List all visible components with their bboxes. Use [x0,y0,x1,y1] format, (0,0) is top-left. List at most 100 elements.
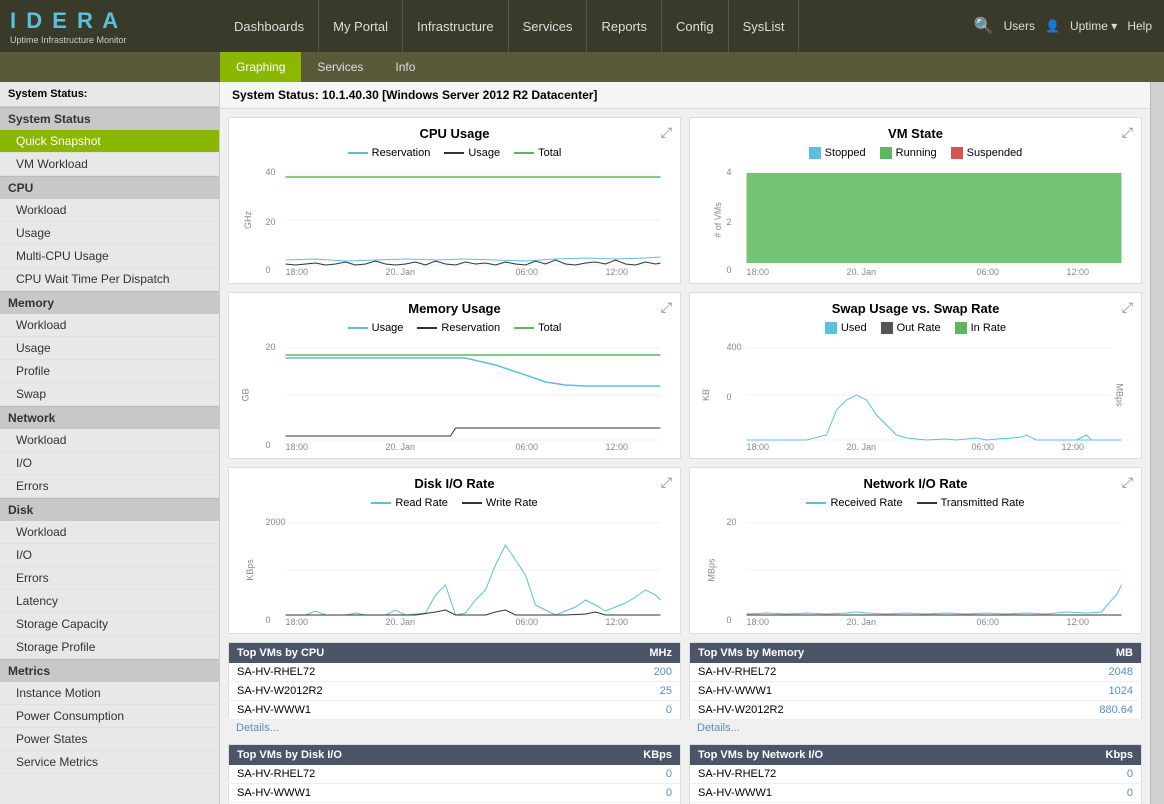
help-link[interactable]: Help [1127,19,1152,33]
svg-text:40: 40 [266,167,276,177]
svg-text:12:00: 12:00 [1062,442,1085,450]
swap-y-label-left: KB [701,389,711,401]
mem-vm-name-2: SA-HV-WWW1 [690,682,1011,701]
network-io-chart: Network I/O Rate ⤢ Received Rate Transmi… [689,467,1142,634]
memory-usage-expand[interactable]: ⤢ [661,299,672,316]
table-row[interactable]: SA-HV-RHEL72 0 [690,765,1142,784]
sidebar-item-memory-profile[interactable]: Profile [0,360,219,383]
sidebar-item-cpu-usage[interactable]: Usage [0,222,219,245]
svg-text:20: 20 [727,517,737,527]
vm-state-expand[interactable]: ⤢ [1122,124,1133,141]
svg-text:0: 0 [266,615,271,625]
sidebar-item-disk-workload[interactable]: Workload [0,521,219,544]
nav-infrastructure[interactable]: Infrastructure [403,0,509,52]
uptime-menu[interactable]: Uptime ▾ [1070,19,1117,33]
network-io-expand[interactable]: ⤢ [1122,474,1133,491]
sidebar-item-memory-usage[interactable]: Usage [0,337,219,360]
top-disk-header-name: Top VMs by Disk I/O [229,745,558,766]
top-memory-details-link[interactable]: Details... [689,720,1142,736]
memory-y-label: GB [241,388,251,401]
sidebar-item-multi-cpu[interactable]: Multi-CPU Usage [0,245,219,268]
sidebar-item-vm-workload[interactable]: VM Workload [0,153,219,176]
disk-vm-val-2: 0 [558,784,681,803]
tab-info[interactable]: Info [379,52,431,82]
table-row[interactable]: SA-HV-WWW1 0 [690,784,1142,803]
nav-config[interactable]: Config [662,0,729,52]
sidebar-item-disk-latency[interactable]: Latency [0,590,219,613]
nav-services[interactable]: Services [509,0,588,52]
mem-vm-val-3: 880.64 [1010,701,1141,720]
sidebar-item-instance-motion[interactable]: Instance Motion [0,682,219,705]
disk-io-chart-body: KBps 2000 0 18:00 20. Jan 06:00 [237,515,672,625]
status-label-text: System Status: [232,88,319,102]
cpu-usage-expand[interactable]: ⤢ [661,124,672,141]
scrollbar[interactable] [1150,82,1164,804]
svg-text:18:00: 18:00 [747,267,770,275]
svg-text:06:00: 06:00 [516,617,539,625]
net-vm-name-2: SA-HV-WWW1 [690,784,1035,803]
sidebar-item-service-metrics[interactable]: Service Metrics [0,751,219,774]
svg-text:18:00: 18:00 [286,442,309,450]
sidebar-item-cpu-wait[interactable]: CPU Wait Time Per Dispatch [0,268,219,291]
nav-reports[interactable]: Reports [587,0,662,52]
cpu-y-label: GHz [243,211,253,229]
top-cpu-header-unit: MHz [557,643,681,664]
top-memory-header-unit: MB [1010,643,1141,664]
disk-vm-name-1: SA-HV-RHEL72 [229,765,558,784]
nav-dashboards[interactable]: Dashboards [220,0,319,52]
table-row[interactable]: SA-HV-RHEL72 200 [229,663,681,682]
svg-text:06:00: 06:00 [977,617,1000,625]
status-label: System Status: [8,88,87,100]
top-memory-table-container: Top VMs by Memory MB SA-HV-RHEL72 2048 S… [689,642,1142,736]
sidebar-item-power-states[interactable]: Power States [0,728,219,751]
cpu-vm-name-2: SA-HV-W2012R2 [229,682,557,701]
section-disk: Disk [0,498,219,521]
table-row[interactable]: SA-HV-WWW1 0 [229,701,681,720]
svg-text:06:00: 06:00 [516,267,539,275]
sidebar-item-disk-io[interactable]: I/O [0,544,219,567]
swap-y-label-right: MBps [1114,383,1124,406]
nav-syslist[interactable]: SysList [729,0,800,52]
search-icon[interactable]: 🔍 [974,16,994,36]
memory-usage-chart: Memory Usage ⤢ Usage Reservation Total G… [228,292,681,459]
svg-text:20. Jan: 20. Jan [386,442,416,450]
nav-myportal[interactable]: My Portal [319,0,403,52]
sidebar-item-disk-errors[interactable]: Errors [0,567,219,590]
svg-text:400: 400 [727,342,742,352]
top-cpu-header-name: Top VMs by CPU [229,643,557,664]
nav-right: 🔍 Users 👤 Uptime ▾ Help [962,16,1164,36]
memory-usage-legend: Usage Reservation Total [237,322,672,334]
table-row[interactable]: SA-HV-WWW1 0 [229,784,681,803]
sidebar-item-memory-swap[interactable]: Swap [0,383,219,406]
vm-state-title: VM State [698,126,1133,141]
table-row[interactable]: SA-HV-W2012R2 880.64 [690,701,1142,720]
cpu-vm-name-3: SA-HV-WWW1 [229,701,557,720]
mem-vm-val-2: 1024 [1010,682,1141,701]
sidebar-item-network-errors[interactable]: Errors [0,475,219,498]
sidebar-item-cpu-workload[interactable]: Workload [0,199,219,222]
svg-text:20: 20 [266,342,276,352]
top-disk-table: Top VMs by Disk I/O KBps SA-HV-RHEL72 0 … [228,744,681,804]
svg-text:18:00: 18:00 [747,617,770,625]
table-row[interactable]: SA-HV-RHEL72 0 [229,765,681,784]
table-row[interactable]: SA-HV-RHEL72 2048 [690,663,1142,682]
table-row[interactable]: SA-HV-WWW1 1024 [690,682,1142,701]
top-cpu-table: Top VMs by CPU MHz SA-HV-RHEL72 200 SA-H… [228,642,681,720]
svg-text:0: 0 [266,440,271,450]
table-row[interactable]: SA-HV-W2012R2 25 [229,682,681,701]
top-cpu-details-link[interactable]: Details... [228,720,681,736]
sidebar-item-quick-snapshot[interactable]: Quick Snapshot [0,130,219,153]
tab-graphing[interactable]: Graphing [220,52,301,82]
sidebar-item-storage-capacity[interactable]: Storage Capacity [0,613,219,636]
disk-io-expand[interactable]: ⤢ [661,474,672,491]
swap-usage-expand[interactable]: ⤢ [1122,299,1133,316]
tab-services[interactable]: Services [301,52,379,82]
sidebar-item-storage-profile[interactable]: Storage Profile [0,636,219,659]
section-memory: Memory [0,291,219,314]
sidebar-item-network-io[interactable]: I/O [0,452,219,475]
users-link[interactable]: Users [1004,19,1035,33]
sidebar-item-memory-workload[interactable]: Workload [0,314,219,337]
sidebar-item-power-consumption[interactable]: Power Consumption [0,705,219,728]
net-vm-name-1: SA-HV-RHEL72 [690,765,1035,784]
sidebar-item-network-workload[interactable]: Workload [0,429,219,452]
